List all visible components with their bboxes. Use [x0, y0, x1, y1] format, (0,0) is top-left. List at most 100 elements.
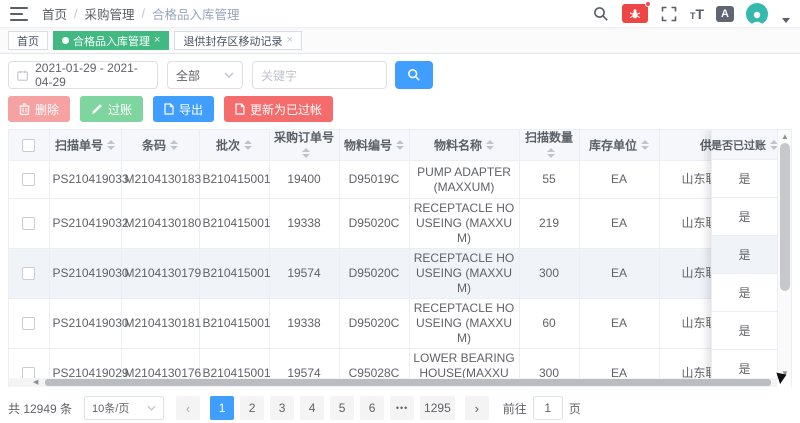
cell-qty: 219 — [519, 199, 579, 249]
column-header[interactable]: 扫描单号 — [49, 130, 121, 161]
search-icon[interactable] — [592, 5, 610, 23]
column-header[interactable]: 物料名称 — [409, 130, 519, 161]
cell-barcode: M2104130183 — [121, 161, 199, 199]
total-count-label: 共 12949 条 — [8, 400, 72, 417]
table-row[interactable]: PS210419033M2104130183B21041500119400D95… — [9, 161, 779, 199]
close-tab-icon[interactable]: × — [286, 35, 292, 46]
cell-batch: B210415001 — [199, 199, 269, 249]
vertical-scrollbar[interactable]: ▲ ▼ — [777, 130, 791, 379]
cell-mat_no: D95020C — [339, 199, 409, 249]
next-page-button[interactable]: › — [465, 396, 489, 420]
sort-caret-icon[interactable] — [170, 140, 178, 150]
sort-caret-icon[interactable] — [396, 140, 404, 150]
date-range-input[interactable]: 2021-01-29 - 2021-04-29 — [8, 61, 158, 89]
search-button[interactable] — [395, 61, 433, 89]
row-checkbox[interactable] — [22, 267, 35, 280]
cell-mat_no: D95020C — [339, 249, 409, 299]
column-header[interactable]: 库存单位 — [579, 130, 659, 161]
cell-mat_name: LOWER BEARING HOUSE(MAXXUM) — [409, 349, 519, 379]
export-button[interactable]: 导出 — [153, 96, 214, 122]
column-header-label: 是否已过账 — [711, 137, 766, 153]
table-row[interactable]: PS210419030M2104130179B21041500119574D95… — [9, 249, 779, 299]
page-number-button[interactable]: 5 — [330, 396, 354, 420]
scroll-left-arrow-icon[interactable]: ◀ — [33, 378, 43, 387]
cell-mat_name: RECEPTACLE HOUSEING (MAXXUM) — [409, 249, 519, 299]
cell-barcode: M2104130179 — [121, 249, 199, 299]
page-number-button[interactable]: 1 — [210, 396, 234, 420]
sort-caret-icon[interactable] — [641, 140, 649, 150]
keyword-input[interactable]: 关键字 — [252, 61, 387, 89]
checkbox-cell — [9, 161, 49, 199]
sort-caret-icon[interactable] — [244, 140, 252, 150]
horizontal-scrollbar[interactable]: ◀ — [9, 378, 777, 387]
table-row[interactable]: PS210419030M2104130181B21041500119338D95… — [9, 299, 779, 349]
tab-return-seal-move[interactable]: 退供封存区移动记录 × — [174, 31, 301, 50]
chevron-down-icon — [147, 405, 156, 411]
checkbox-cell — [9, 249, 49, 299]
tab-home[interactable]: 首页 — [8, 31, 48, 50]
breadcrumb-purchase[interactable]: 采购管理 — [85, 4, 135, 23]
sort-caret-icon[interactable] — [107, 140, 115, 150]
cell-mat_no: D95019C — [339, 161, 409, 199]
page-number-button[interactable]: 4 — [300, 396, 324, 420]
button-label: 删除 — [35, 101, 59, 118]
user-avatar[interactable] — [746, 3, 768, 25]
column-header[interactable]: 扫描数量 — [519, 130, 579, 161]
post-button[interactable]: 过账 — [80, 96, 143, 122]
fullscreen-icon[interactable] — [660, 5, 678, 23]
delete-button[interactable]: 删除 — [8, 96, 70, 122]
avatar-caret-icon[interactable] — [782, 18, 790, 23]
cell-posted: 是 — [712, 236, 777, 274]
cell-unit: EA — [579, 299, 659, 349]
close-tab-icon[interactable]: × — [154, 35, 160, 46]
horizontal-scroll-thumb[interactable] — [45, 379, 771, 386]
prev-page-button[interactable]: ‹ — [176, 396, 200, 420]
update-posted-button[interactable]: 更新为已过帐 — [224, 96, 333, 122]
column-header[interactable]: 采购订单号 — [269, 130, 339, 161]
checkbox-cell — [9, 349, 49, 379]
breadcrumb: 首页 / 采购管理 / 合格品入库管理 — [42, 4, 240, 23]
column-header[interactable]: 批次 — [199, 130, 269, 161]
row-checkbox[interactable] — [22, 173, 35, 186]
sort-caret-icon[interactable] — [302, 148, 310, 158]
vertical-scroll-thumb[interactable] — [780, 143, 790, 291]
page-number-button[interactable]: 6 — [360, 396, 384, 420]
font-size-icon[interactable]: TT — [690, 7, 704, 21]
column-header[interactable]: 条码 — [121, 130, 199, 161]
notification-badge-dot — [645, 1, 651, 7]
page-number-button[interactable]: 1295 — [420, 396, 455, 420]
table-row[interactable]: PS210419029M2104130176B21041500119574C95… — [9, 349, 779, 379]
cell-po: 19338 — [269, 199, 339, 249]
document-icon — [235, 103, 245, 115]
cell-qty: 300 — [519, 249, 579, 299]
row-checkbox[interactable] — [22, 317, 35, 330]
tab-label: 首页 — [17, 33, 39, 49]
cell-barcode: M2104130181 — [121, 299, 199, 349]
cell-qty: 60 — [519, 299, 579, 349]
column-header-label: 物料名称 — [434, 138, 482, 152]
page-number-button[interactable]: 2 — [240, 396, 264, 420]
calendar-icon — [17, 69, 28, 82]
page-ellipsis[interactable]: ••• — [390, 396, 414, 420]
sort-caret-icon[interactable] — [486, 140, 494, 150]
cell-batch: B210415001 — [199, 349, 269, 379]
column-header[interactable]: 物料编号 — [339, 130, 409, 161]
language-switch-icon[interactable]: A — [716, 6, 734, 22]
hamburger-menu-icon[interactable] — [10, 7, 28, 21]
tab-qualified-inbound[interactable]: 合格品入库管理 × — [53, 31, 169, 50]
top-navbar: 首页 / 采购管理 / 合格品入库管理 TT A — [0, 0, 800, 28]
breadcrumb-home[interactable]: 首页 — [42, 4, 67, 23]
fixed-column-header[interactable]: 是否已过账 — [712, 130, 777, 160]
category-select[interactable]: 全部 — [167, 61, 243, 89]
row-checkbox[interactable] — [22, 217, 35, 230]
page-size-select[interactable]: 10条/页 — [84, 396, 164, 420]
error-log-button[interactable] — [622, 4, 648, 23]
cell-po: 19574 — [269, 249, 339, 299]
scroll-up-arrow-icon[interactable]: ▲ — [778, 130, 792, 142]
goto-page-input[interactable] — [533, 396, 563, 420]
sort-caret-icon[interactable] — [547, 148, 555, 158]
page-number-button[interactable]: 3 — [270, 396, 294, 420]
table-row[interactable]: PS210419032M2104130180B21041500119338D95… — [9, 199, 779, 249]
row-checkbox[interactable] — [22, 139, 35, 152]
active-tab-dot — [62, 37, 69, 44]
